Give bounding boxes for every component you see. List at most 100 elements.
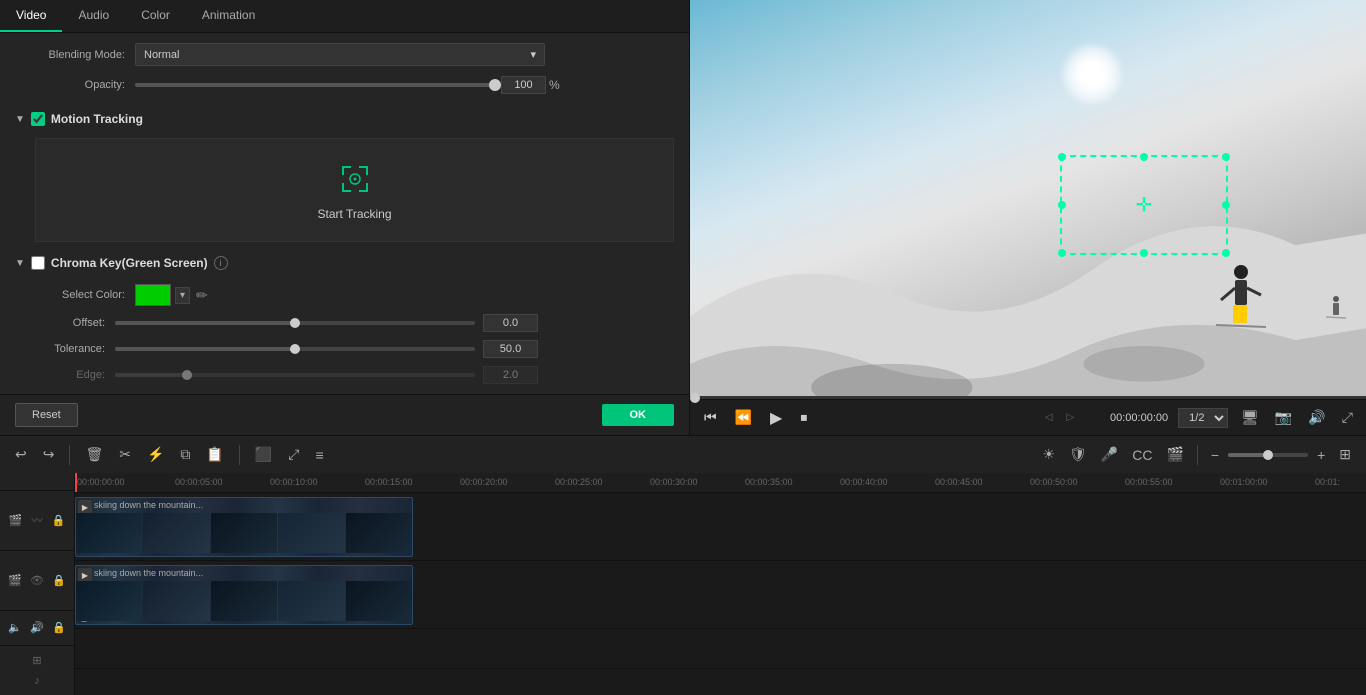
track-1-lock-icon[interactable]: 🔒 [52,514,66,527]
chroma-key-header[interactable]: ▼ Chroma Key(Green Screen) i [15,250,674,276]
shield-icon-button[interactable]: 🛡 [1064,443,1092,466]
tracking-selection-box[interactable]: ✛ [1060,155,1228,255]
tab-color[interactable]: Color [125,0,186,32]
edge-slider[interactable] [115,373,475,377]
delete-button[interactable]: 🗑 [80,443,108,466]
track-controls: 🎬 〰 🔒 🎬 👁 🔒 🔈 🔊 🔒 ⊞ ♪ [0,473,75,695]
adjust-button[interactable]: ≡ [311,444,329,466]
media-icon-button[interactable]: 🎬 [1161,443,1188,466]
tab-video[interactable]: Video [0,0,62,32]
ok-button[interactable]: OK [602,404,675,426]
play-button[interactable]: ▶ [766,406,786,430]
handle-bottom-right[interactable] [1222,249,1230,257]
frame-back-icon[interactable]: ◁ [1045,412,1053,423]
clip-2[interactable]: ▶ skiing down the mountain... M [75,565,413,625]
camera-icon[interactable]: 📷 [1272,409,1295,426]
handle-bottom-left[interactable] [1058,249,1066,257]
split-button[interactable]: ⚡ [142,443,169,466]
progress-bar-track[interactable] [690,396,1366,399]
motion-tracking-arrow-icon: ▼ [15,114,25,125]
chroma-key-info-icon[interactable]: i [214,256,228,270]
crop-button[interactable]: ⬛ [250,443,277,466]
eyedropper-icon[interactable]: ✏ [196,287,208,304]
prev-frame-button[interactable]: ⏪ [731,407,756,428]
zoom-thumb[interactable] [1263,450,1273,460]
copy-button[interactable]: ⧉ [175,443,195,466]
add-audio-icon[interactable]: ♪ [34,675,40,687]
caption-icon-button[interactable]: CC [1127,444,1157,466]
track-2-video-icon[interactable]: 🎬 [8,574,22,587]
audio-lock-icon[interactable]: 🔒 [52,621,66,634]
color-swatch[interactable] [135,284,171,306]
clip-1-frames [76,513,412,553]
offset-slider[interactable] [115,321,475,325]
ratio-select[interactable]: 1/2 [1178,408,1228,428]
handle-top-left[interactable] [1058,153,1066,161]
chroma-key-checkbox[interactable] [31,256,45,270]
start-tracking-label[interactable]: Start Tracking [317,207,391,221]
opacity-slider-thumb[interactable] [489,79,501,91]
track-2-controls: 🎬 👁 🔒 [0,551,74,611]
tolerance-thumb[interactable] [290,344,300,354]
ruler-mark-8: 00:00:40:00 [840,477,888,487]
mic-icon-button[interactable]: 🎤 [1096,443,1123,466]
zoom-out-button[interactable]: − [1206,444,1224,466]
offset-thumb[interactable] [290,318,300,328]
tolerance-input[interactable] [483,340,538,358]
track-2-eye-icon[interactable]: 👁 [30,574,44,587]
sun-icon-button[interactable]: ☀ [1037,443,1060,466]
tab-audio[interactable]: Audio [62,0,125,32]
stop-button[interactable]: ⏹ [796,407,811,428]
monitor-icon[interactable]: 🖥 [1238,409,1262,426]
audio-mute-icon[interactable]: 🔈 [8,621,22,634]
paste-button[interactable]: 📋 [201,443,228,466]
frame-fwd-icon[interactable]: ▷ [1066,412,1074,423]
motion-tracking-header[interactable]: ▼ Motion Tracking [15,106,674,132]
time-ruler[interactable]: 00:00:00:00 00:00:05:00 00:00:10:00 00:0… [75,473,1366,493]
handle-top-mid[interactable] [1140,153,1148,161]
track-1-motion-icon[interactable]: 〰 [31,512,42,528]
handle-mid-right[interactable] [1222,201,1230,209]
blending-select[interactable]: Normal ▾ [135,43,545,66]
opacity-unit: % [549,78,560,92]
cut-button[interactable]: ✂ [114,443,136,466]
ruler-mark-1: 00:00:05:00 [175,477,223,487]
opacity-input[interactable] [501,76,546,94]
opacity-row: Opacity: % [15,76,674,94]
handle-top-right[interactable] [1222,153,1230,161]
tolerance-label: Tolerance: [15,343,105,355]
track-2-lock-icon[interactable]: 🔒 [52,574,66,587]
tolerance-slider[interactable] [115,347,475,351]
add-media-icon[interactable]: ⊞ [32,654,41,667]
undo-button[interactable]: ↩ [10,443,32,466]
handle-bottom-mid[interactable] [1140,249,1148,257]
zoom-slider[interactable] [1228,453,1308,457]
fullscreen-icon[interactable]: ⤢ [1339,409,1356,426]
tab-animation[interactable]: Animation [186,0,271,32]
audio-speaker-icon[interactable]: 🔊 [30,621,44,634]
color-dropdown-icon[interactable]: ▾ [175,287,190,304]
handle-mid-left[interactable] [1058,201,1066,209]
rewind-button[interactable]: ⏮ [700,407,721,428]
progress-thumb[interactable] [690,393,700,403]
opacity-slider-track[interactable] [135,83,495,87]
preview-panel: ✛ ⏮ ⏪ ▶ ⏹ ◁ ▷ 00:00:00:0 [690,0,1366,435]
chroma-key-arrow-icon: ▼ [15,258,25,269]
playhead[interactable] [75,473,77,493]
edge-input[interactable] [483,366,538,384]
blending-row: Blending Mode: Normal ▾ [15,43,674,66]
reset-button[interactable]: Reset [15,403,78,427]
grid-icon-button[interactable]: ⊞ [1334,443,1356,466]
track-1-video-icon[interactable]: 🎬 [9,514,23,527]
volume-icon[interactable]: 🔊 [1305,409,1328,426]
motion-tracking-checkbox[interactable] [31,112,45,126]
tolerance-row: Tolerance: [15,340,674,358]
zoom-in-button[interactable]: + [1312,444,1330,466]
tracking-crosshair: ✛ [1136,193,1153,218]
redo-button[interactable]: ↪ [38,443,60,466]
offset-input[interactable] [483,314,538,332]
clip-1[interactable]: ▶ skiing down the mountain... [75,497,413,557]
edge-thumb[interactable] [182,370,192,380]
fit-button[interactable]: ⤢ [283,443,304,466]
audio-track-controls: 🔈 🔊 🔒 [0,611,74,646]
